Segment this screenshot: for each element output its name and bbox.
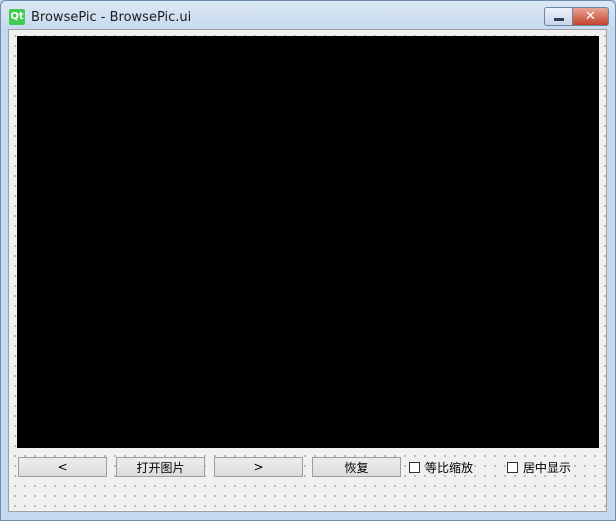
close-button[interactable]: ✕ [572, 7, 609, 26]
previous-button[interactable]: < [18, 457, 107, 477]
restore-button[interactable]: 恢复 [312, 457, 401, 477]
qt-app-icon: Qt [9, 9, 25, 25]
next-button[interactable]: > [214, 457, 303, 477]
minimize-icon [554, 18, 564, 21]
image-viewport [17, 36, 599, 448]
title-bar[interactable]: Qt BrowsePic - BrowsePic.ui ✕ [1, 1, 615, 31]
center-display-label: 居中显示 [523, 460, 572, 475]
center-display-checkbox[interactable]: 居中显示 [507, 458, 571, 476]
minimize-button[interactable] [544, 7, 573, 26]
keep-ratio-label: 等比缩放 [425, 460, 474, 475]
close-icon: ✕ [585, 9, 596, 24]
keep-ratio-checkbox[interactable]: 等比缩放 [409, 458, 473, 476]
open-image-button[interactable]: 打开图片 [116, 457, 205, 477]
checkbox-box[interactable] [507, 461, 518, 473]
checkbox-box[interactable] [409, 461, 420, 473]
window-title: BrowsePic - BrowsePic.ui [31, 10, 192, 25]
